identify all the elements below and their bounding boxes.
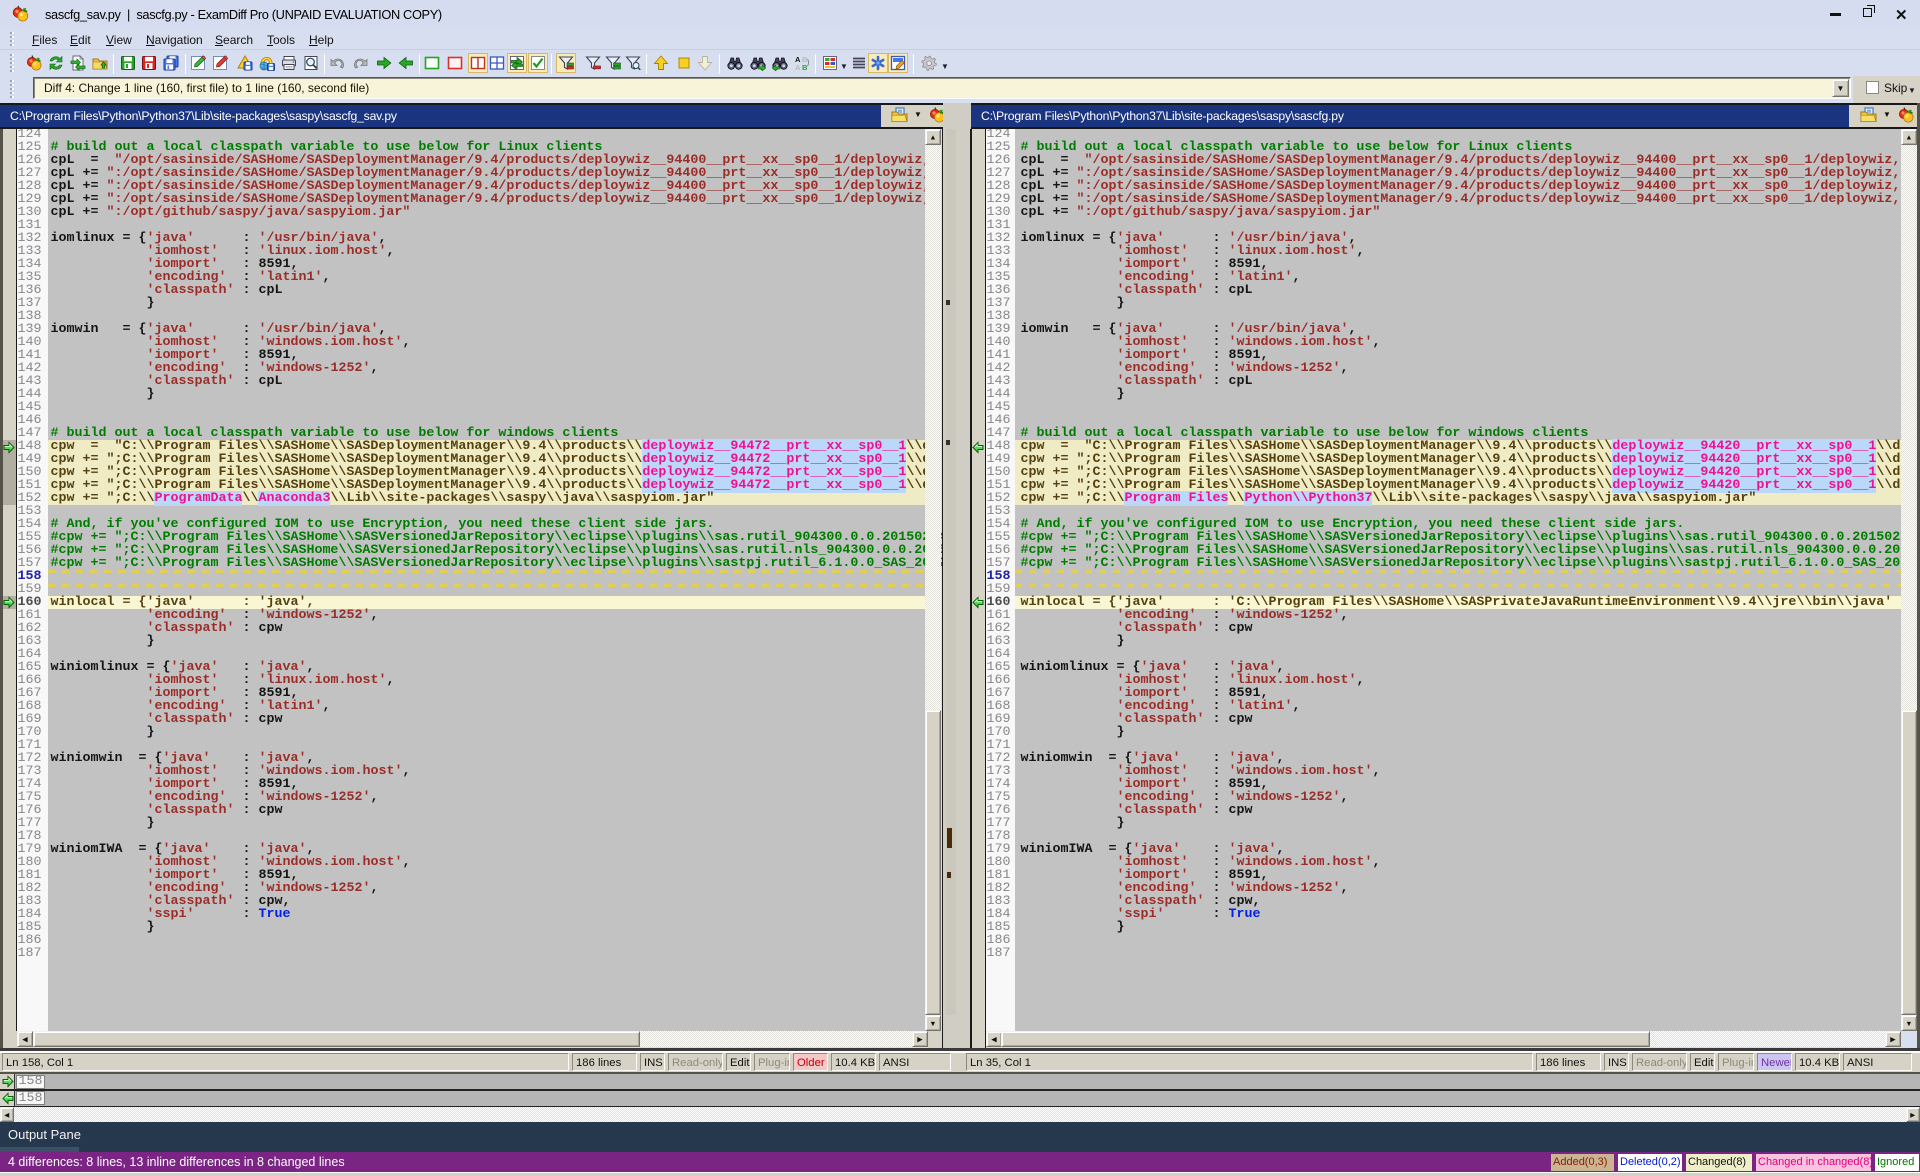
svg-text:A: A xyxy=(795,63,801,71)
svg-text:B: B xyxy=(802,63,808,71)
